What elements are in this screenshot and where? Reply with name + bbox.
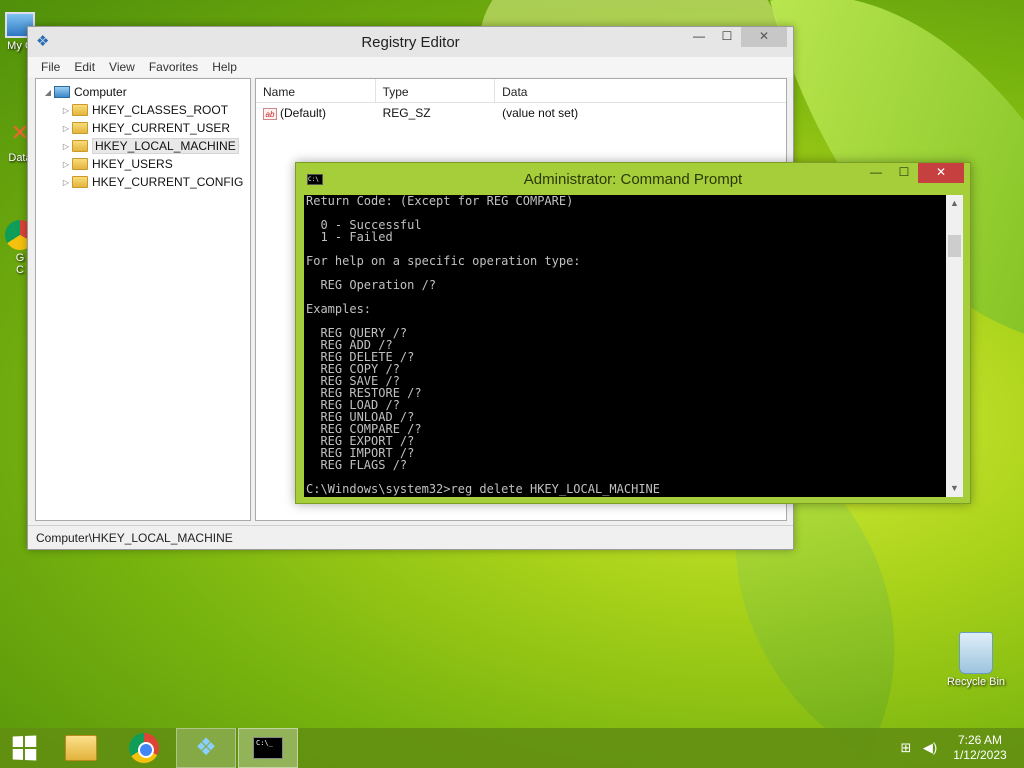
collapse-arrow-icon[interactable]: ▷ (60, 160, 72, 169)
clock-time: 7:26 AM (957, 733, 1003, 747)
collapse-arrow-icon[interactable]: ▷ (60, 124, 72, 133)
taskbar-command-prompt[interactable]: C:\_ (238, 728, 298, 768)
console-scrollbar[interactable]: ▲ ▼ (946, 195, 963, 497)
folder-icon (72, 176, 88, 188)
tree-item-computer[interactable]: ◢ Computer (36, 83, 250, 101)
regedit-menubar: File Edit View Favorites Help (28, 57, 793, 77)
minimize-button[interactable]: — (862, 163, 890, 183)
tree-item-hkey-local-machine[interactable]: ▷ HKEY_LOCAL_MACHINE (36, 137, 250, 155)
recycle-bin-icon (959, 632, 993, 674)
registry-tree[interactable]: ◢ Computer ▷ HKEY_CLASSES_ROOT ▷ HKEY_CU… (35, 78, 251, 521)
start-button[interactable] (0, 728, 48, 768)
scroll-down-icon[interactable]: ▼ (946, 480, 963, 497)
expand-arrow-icon[interactable]: ◢ (42, 88, 54, 97)
desktop-icon-label: G C (15, 252, 25, 276)
console-line: REG Operation /? (306, 278, 437, 292)
desktop-icon-recycle-bin[interactable]: Recycle Bin (938, 632, 1014, 688)
menu-edit[interactable]: Edit (67, 57, 102, 77)
regedit-statusbar: Computer\HKEY_LOCAL_MACHINE (28, 525, 793, 549)
collapse-arrow-icon[interactable]: ▷ (60, 106, 72, 115)
tree-item-hkey-users[interactable]: ▷ HKEY_USERS (36, 155, 250, 173)
folder-icon (72, 158, 88, 170)
console-line: 0 - Successful (306, 218, 422, 232)
network-icon[interactable]: ⊞ (896, 728, 916, 768)
file-explorer-icon (65, 735, 97, 761)
maximize-button[interactable]: ☐ (890, 163, 918, 183)
console-line: REG COPY /? (306, 362, 400, 376)
console-line: REG FLAGS /? (306, 458, 408, 472)
tree-item-hkey-current-config[interactable]: ▷ HKEY_CURRENT_CONFIG (36, 173, 250, 191)
string-value-icon: ab (263, 107, 277, 120)
chrome-icon (129, 733, 159, 763)
desktop-icon-label: Recycle Bin (946, 676, 1006, 688)
taskbar-registry-editor[interactable]: ❖ (176, 728, 236, 768)
regedit-title: Registry Editor (361, 34, 460, 51)
column-header-type[interactable]: Type (376, 79, 496, 102)
clock-date: 1/12/2023 (953, 748, 1007, 762)
console-line: REG RESTORE /? (306, 386, 422, 400)
close-button[interactable]: ✕ (741, 27, 787, 47)
computer-icon (54, 86, 70, 98)
cmd-titlebar[interactable]: C:\ Administrator: Command Prompt — ☐ ✕ (296, 163, 970, 194)
list-header: Name Type Data (256, 79, 786, 103)
folder-icon (72, 104, 88, 116)
folder-icon (72, 140, 88, 152)
menu-view[interactable]: View (102, 57, 142, 77)
volume-icon[interactable]: ◀) (920, 728, 940, 768)
console-line: REG DELETE /? (306, 350, 415, 364)
regedit-icon: ❖ (195, 734, 217, 761)
console-line: Examples: (306, 302, 372, 316)
cmd-icon: C:\_ (253, 737, 283, 759)
collapse-arrow-icon[interactable]: ▷ (60, 178, 72, 187)
system-clock[interactable]: 7:26 AM 1/12/2023 (944, 733, 1016, 763)
console-line: Return Code: (Except for REG COMPARE) (306, 195, 574, 208)
folder-icon (72, 122, 88, 134)
console-line: 1 - Failed (306, 230, 393, 244)
windows-logo-icon (12, 735, 37, 761)
tree-item-hkey-classes-root[interactable]: ▷ HKEY_CLASSES_ROOT (36, 101, 250, 119)
tree-item-hkey-current-user[interactable]: ▷ HKEY_CURRENT_USER (36, 119, 250, 137)
console-line: For help on a specific operation type: (306, 254, 581, 268)
command-prompt-window[interactable]: C:\ Administrator: Command Prompt — ☐ ✕ … (295, 162, 971, 504)
column-header-name[interactable]: Name (256, 79, 376, 102)
regedit-titlebar[interactable]: ❖ Registry Editor — ☐ ✕ (28, 27, 793, 57)
scrollbar-thumb[interactable] (948, 235, 961, 257)
menu-favorites[interactable]: Favorites (142, 57, 205, 77)
collapse-arrow-icon[interactable]: ▷ (60, 142, 72, 151)
menu-file[interactable]: File (34, 57, 67, 77)
console-output[interactable]: Return Code: (Except for REG COMPARE) 0 … (304, 195, 946, 497)
scroll-up-icon[interactable]: ▲ (946, 195, 963, 212)
taskbar-chrome[interactable] (120, 728, 168, 768)
value-data: (value not set) (502, 106, 579, 120)
close-button[interactable]: ✕ (918, 163, 964, 183)
taskbar-file-explorer[interactable] (57, 728, 105, 768)
minimize-button[interactable]: — (685, 27, 713, 47)
list-item[interactable]: ab (Default) REG_SZ (value not set) (256, 103, 786, 123)
value-type: REG_SZ (382, 106, 431, 120)
column-header-data[interactable]: Data (495, 79, 786, 102)
console-line: C:\Windows\system32>reg delete HKEY_LOCA… (306, 482, 661, 496)
menu-help[interactable]: Help (205, 57, 244, 77)
console-line: REG QUERY /? (306, 326, 408, 340)
taskbar: ❖ C:\_ ⊞ ◀) 7:26 AM 1/12/2023 (0, 728, 1024, 768)
maximize-button[interactable]: ☐ (713, 27, 741, 47)
